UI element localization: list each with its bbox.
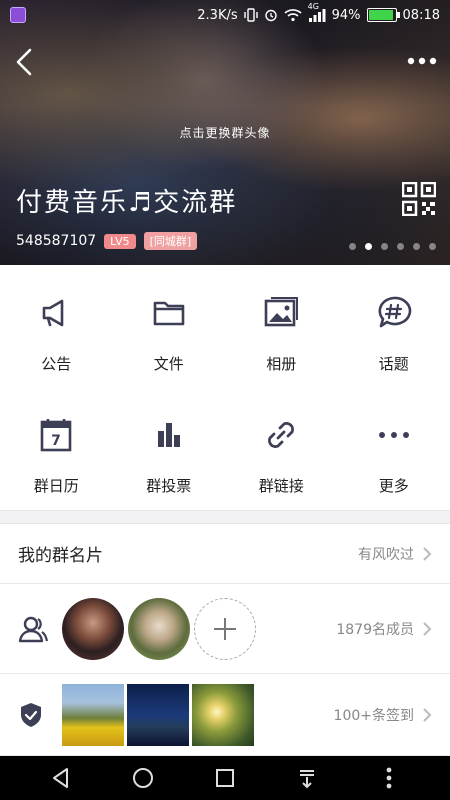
megaphone-icon [42, 299, 64, 327]
feature-album[interactable]: 相册 [225, 265, 338, 387]
pull-down-icon [300, 770, 314, 789]
battery-percent: 94% [331, 7, 361, 23]
members-icon [18, 616, 48, 642]
more-dots-icon [378, 432, 409, 438]
change-avatar-hint[interactable]: 点击更换群头像 [0, 124, 450, 141]
add-member-button[interactable] [194, 597, 256, 660]
battery-level-fill [368, 10, 393, 20]
group-meta: 548587107 LV5 [同城群] [16, 232, 198, 250]
back-arrow-icon [16, 48, 32, 76]
clock: 08:18 [402, 7, 440, 23]
hashtag-bubble-icon [378, 296, 411, 328]
feature-label: 文件 [153, 355, 184, 373]
carousel-dot[interactable] [381, 243, 388, 250]
folder-icon [153, 301, 185, 326]
level-badge: LV5 [104, 233, 136, 249]
city-group-badge: [同城群] [143, 232, 198, 250]
chevron-right-icon [423, 621, 432, 636]
feature-files[interactable]: 文件 [113, 265, 226, 387]
nav-notification-button[interactable] [287, 758, 327, 798]
nav-recents-button[interactable] [205, 758, 245, 798]
checkin-row[interactable]: 100+条签到 [0, 674, 450, 756]
plus-icon [214, 617, 236, 640]
checkin-count: 100+条签到 [333, 707, 414, 724]
nav-home-button[interactable] [123, 758, 163, 798]
net-speed: 2.3K/s [197, 7, 238, 23]
checkin-photos [62, 683, 254, 746]
group-card-value: 有风吹过 [358, 546, 414, 563]
avatar[interactable] [128, 597, 190, 660]
feature-label: 公告 [41, 355, 72, 373]
calendar-day: 7 [51, 433, 61, 449]
chevron-right-icon [423, 546, 432, 561]
carousel-indicator [349, 243, 436, 250]
group-name: 付费音乐♬交流群 [16, 188, 238, 218]
avatar[interactable] [62, 597, 124, 660]
vote-bars-icon [157, 423, 180, 447]
group-card-label: 我的群名片 [18, 546, 103, 566]
vertical-dots-icon [386, 767, 392, 789]
checkmark-shield-icon [21, 702, 41, 727]
nav-back-icon [53, 768, 68, 788]
feature-label: 群日历 [33, 477, 79, 495]
carousel-dot[interactable] [397, 243, 404, 250]
my-group-card-row[interactable]: 我的群名片 有风吹过 [0, 524, 450, 584]
chevron-right-icon [423, 707, 432, 722]
nav-back-button[interactable] [41, 758, 81, 798]
nav-home-icon [133, 768, 153, 788]
photo-album-icon [264, 297, 299, 327]
alarm-icon [264, 9, 277, 22]
checkin-photo[interactable] [62, 683, 124, 746]
more-options-button[interactable] [402, 46, 442, 76]
feature-announcement[interactable]: 公告 [0, 265, 113, 387]
calendar-icon: 7 [40, 419, 72, 452]
feature-label: 群投票 [146, 477, 192, 495]
network-type: 4G [307, 2, 319, 11]
feature-label: 相册 [266, 355, 297, 373]
feature-link[interactable]: 群链接 [225, 387, 338, 509]
carousel-dot[interactable] [349, 243, 356, 250]
battery-icon [366, 8, 400, 22]
vibrate-icon [243, 8, 258, 22]
nav-recents-icon [216, 769, 234, 787]
feature-label: 话题 [378, 355, 409, 373]
app-notification-icon [10, 7, 26, 23]
status-bar: 2.3K/s 4G 94% 08:18 [0, 0, 450, 30]
feature-vote[interactable]: 群投票 [113, 387, 226, 509]
carousel-dot[interactable] [413, 243, 420, 250]
group-header-banner[interactable]: 点击更换群头像 付费音乐♬交流群 548587107 LV5 [同城群] [0, 0, 450, 265]
checkin-photo[interactable] [127, 683, 189, 746]
feature-calendar[interactable]: 7 群日历 [0, 387, 113, 509]
member-count: 1879名成员 [336, 621, 414, 638]
link-icon [268, 422, 295, 448]
feature-label: 更多 [378, 477, 409, 495]
wifi-icon [284, 9, 302, 22]
carousel-dot[interactable] [429, 243, 436, 250]
back-button[interactable] [6, 42, 42, 82]
more-dots-icon [407, 57, 437, 65]
members-row[interactable]: 1879名成员 [0, 584, 450, 674]
checkin-photo[interactable] [192, 683, 254, 746]
qr-code-icon[interactable] [402, 182, 436, 216]
feature-more[interactable]: 更多 [338, 387, 450, 509]
group-id: 548587107 [16, 233, 97, 249]
system-navigation-bar [0, 756, 450, 800]
carousel-dot[interactable] [365, 243, 372, 250]
feature-topics[interactable]: 话题 [338, 265, 450, 387]
nav-menu-button[interactable] [369, 758, 409, 798]
feature-label: 群链接 [258, 477, 304, 495]
feature-grid: 公告 文件 相册 话题 7 群日历 群投票 群链接 更多 [0, 265, 450, 510]
section-divider [0, 510, 450, 524]
member-avatars [62, 597, 256, 660]
